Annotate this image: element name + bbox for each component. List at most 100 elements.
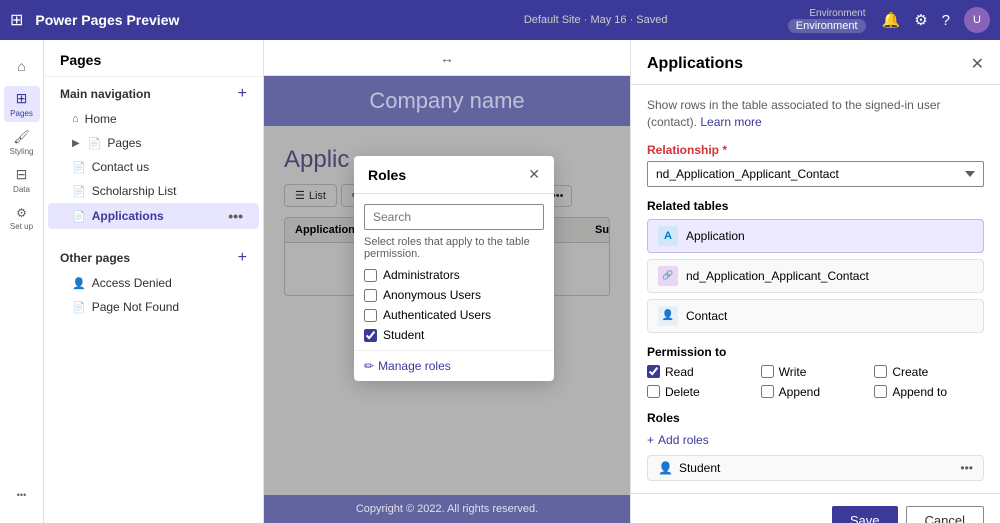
sidebar-icon-styling[interactable]: 🖌 Styling bbox=[4, 124, 40, 160]
roles-modal: Roles ✕ Select roles that apply to the t… bbox=[354, 156, 554, 381]
editor-toolbar: ↔ bbox=[264, 40, 630, 76]
main-content: ⌂ ⊞ Pages 🖌 Styling ⊟ Data ⚙ Set up ••• … bbox=[0, 40, 1000, 523]
perm-append[interactable]: Append bbox=[761, 385, 871, 399]
related-tables-section: Related tables A Application 🔗 nd_Applic… bbox=[647, 199, 984, 333]
nav-item-more-icon[interactable]: ••• bbox=[228, 208, 243, 224]
sidebar-icon-home[interactable]: ⌂ bbox=[4, 48, 40, 84]
roles-list: Administrators Anonymous Users Authentic… bbox=[354, 268, 554, 350]
panel-footer: Save Cancel bbox=[631, 493, 1000, 523]
page-icon: 📄 bbox=[72, 301, 86, 314]
roles-search-input[interactable] bbox=[364, 204, 544, 230]
nav-item-label: Scholarship List bbox=[92, 184, 177, 198]
cancel-button[interactable]: Cancel bbox=[906, 506, 984, 523]
roles-section: Roles + Add roles 👤 Student ••• bbox=[647, 411, 984, 481]
contact-icon: 👤 bbox=[658, 306, 678, 326]
roles-section-label: Roles bbox=[647, 411, 984, 425]
related-table-contact[interactable]: 👤 Contact bbox=[647, 299, 984, 333]
perm-read-checkbox[interactable] bbox=[647, 365, 660, 378]
sidebar-icon-pages[interactable]: ⊞ Pages bbox=[4, 86, 40, 122]
save-button[interactable]: Save bbox=[832, 506, 898, 523]
roles-modal-close-button[interactable]: ✕ bbox=[528, 166, 540, 183]
perm-write-checkbox[interactable] bbox=[761, 365, 774, 378]
perm-append-to[interactable]: Append to bbox=[874, 385, 984, 399]
more-icon: ••• bbox=[17, 490, 26, 500]
sidebar-icon-setup[interactable]: ⚙ Set up bbox=[4, 200, 40, 236]
table-icon-application: A bbox=[658, 226, 678, 246]
perm-write[interactable]: Write bbox=[761, 365, 871, 379]
perm-delete[interactable]: Delete bbox=[647, 385, 757, 399]
learn-more-link[interactable]: Learn more bbox=[700, 115, 761, 129]
main-nav-title: Main navigation bbox=[60, 87, 151, 101]
top-bar-icons: 🔔 ⚙ ? U bbox=[882, 7, 990, 33]
pages-icon: ⊞ bbox=[16, 90, 28, 107]
roles-modal-title: Roles bbox=[368, 167, 406, 183]
right-panel: Applications ✕ Show rows in the table as… bbox=[630, 40, 1000, 523]
related-table-link[interactable]: 🔗 nd_Application_Applicant_Contact bbox=[647, 259, 984, 293]
modal-overlay: Roles ✕ Select roles that apply to the t… bbox=[264, 126, 630, 495]
pages-panel: Pages Main navigation + ⌂ Home ▶ 📄 Pages… bbox=[44, 40, 264, 523]
canvas-body: Applic … ☰ List ✏ Edit views ▾ 👤 bbox=[264, 126, 630, 495]
gear-icon[interactable]: ⚙ bbox=[914, 11, 927, 29]
avatar[interactable]: U bbox=[964, 7, 990, 33]
role-person-icon: 👤 bbox=[658, 461, 673, 475]
page-active-icon: 📄 bbox=[72, 210, 86, 223]
related-tables-label: Related tables bbox=[647, 199, 984, 213]
panel-description: Show rows in the table associated to the… bbox=[647, 97, 984, 131]
nav-item-label: Applications bbox=[92, 209, 164, 223]
perm-append-to-checkbox[interactable] bbox=[874, 385, 887, 398]
add-roles-button[interactable]: + Add roles bbox=[647, 431, 709, 449]
chevron-right-icon: ▶ bbox=[72, 138, 80, 149]
relationship-label: Relationship * bbox=[647, 143, 984, 157]
role-checkbox-authenticated[interactable] bbox=[364, 309, 377, 322]
canvas-header: Company name bbox=[264, 76, 630, 126]
related-table-application[interactable]: A Application bbox=[647, 219, 984, 253]
role-item-authenticated[interactable]: Authenticated Users bbox=[364, 308, 544, 322]
related-table-label: Contact bbox=[686, 309, 727, 323]
relationship-field: Relationship * nd_Application_Applicant_… bbox=[647, 143, 984, 187]
roles-modal-header: Roles ✕ bbox=[354, 156, 554, 194]
role-item-student[interactable]: Student bbox=[364, 328, 544, 342]
perm-create-checkbox[interactable] bbox=[874, 365, 887, 378]
perm-delete-checkbox[interactable] bbox=[647, 385, 660, 398]
pages-label: Pages bbox=[10, 109, 33, 118]
editor-canvas: Company name Applic … ☰ List ✏ Edit view… bbox=[264, 76, 630, 523]
role-item-administrators[interactable]: Administrators bbox=[364, 268, 544, 282]
sidebar-icon-data[interactable]: ⊟ Data bbox=[4, 162, 40, 198]
nav-item-scholarship[interactable]: 📄 Scholarship List bbox=[48, 179, 259, 203]
sidebar-icon-more[interactable]: ••• bbox=[4, 477, 40, 513]
nav-item-home[interactable]: ⌂ Home bbox=[48, 107, 259, 131]
help-icon[interactable]: ? bbox=[942, 12, 950, 29]
nav-item-label: Access Denied bbox=[92, 276, 172, 290]
nav-item-label: Contact us bbox=[92, 160, 149, 174]
add-main-nav-button[interactable]: + bbox=[238, 85, 247, 103]
roles-description: Select roles that apply to the table per… bbox=[354, 236, 554, 268]
relationship-select[interactable]: nd_Application_Applicant_Contact bbox=[647, 161, 984, 187]
other-pages-title: Other pages bbox=[60, 251, 130, 265]
nav-item-access-denied[interactable]: 👤 Access Denied bbox=[48, 271, 259, 295]
nav-item-applications[interactable]: 📄 Applications ••• bbox=[48, 203, 259, 229]
page-icon: 📄 bbox=[72, 161, 86, 174]
role-tag-label: Student bbox=[679, 461, 720, 475]
manage-roles-icon: ✏ bbox=[364, 359, 374, 373]
role-tag-more-icon[interactable]: ••• bbox=[960, 461, 973, 475]
role-item-anonymous[interactable]: Anonymous Users bbox=[364, 288, 544, 302]
perm-append-checkbox[interactable] bbox=[761, 385, 774, 398]
role-checkbox-anonymous[interactable] bbox=[364, 289, 377, 302]
bell-icon[interactable]: 🔔 bbox=[882, 11, 901, 29]
role-checkbox-student[interactable] bbox=[364, 329, 377, 342]
manage-roles-link[interactable]: ✏ Manage roles bbox=[354, 350, 554, 381]
nav-item-page-not-found[interactable]: 📄 Page Not Found bbox=[48, 295, 259, 319]
role-checkbox-administrators[interactable] bbox=[364, 269, 377, 282]
right-panel-close-button[interactable]: ✕ bbox=[971, 54, 984, 74]
nav-item-contact-us[interactable]: 📄 Contact us bbox=[48, 155, 259, 179]
sidebar-icons: ⌂ ⊞ Pages 🖌 Styling ⊟ Data ⚙ Set up ••• bbox=[0, 40, 44, 523]
add-other-pages-button[interactable]: + bbox=[238, 249, 247, 267]
top-bar: ⊞ Power Pages Preview Default Site · May… bbox=[0, 0, 1000, 40]
nav-item-pages[interactable]: ▶ 📄 Pages bbox=[48, 131, 259, 155]
save-status: Default Site · May 16 · Saved bbox=[412, 14, 780, 26]
perm-read[interactable]: Read bbox=[647, 365, 757, 379]
permissions-grid: Read Write Create Delete bbox=[647, 365, 984, 399]
editor-area: ↔ Company name Applic … ☰ List ✏ bbox=[264, 40, 630, 523]
nav-item-label: Home bbox=[85, 112, 117, 126]
perm-create[interactable]: Create bbox=[874, 365, 984, 379]
